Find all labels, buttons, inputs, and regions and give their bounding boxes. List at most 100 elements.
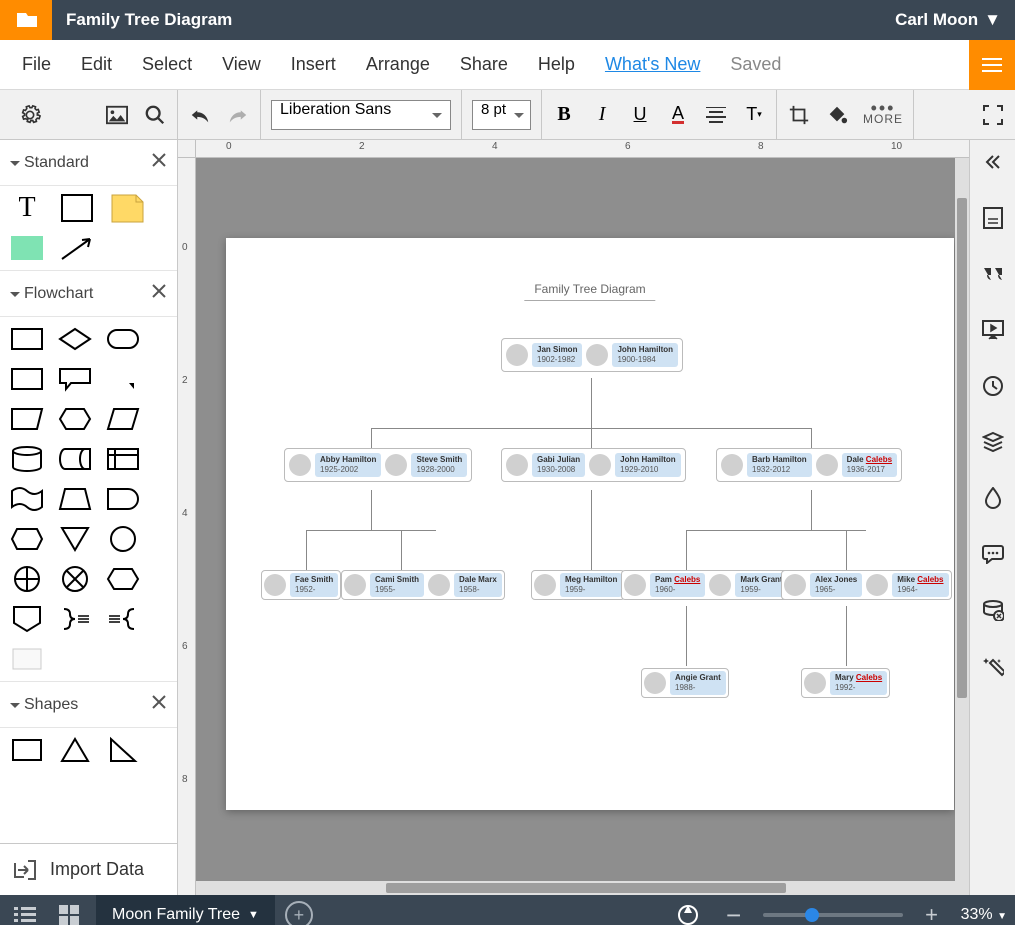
outline-view-icon[interactable] [8,898,42,925]
zoom-in-icon[interactable]: + [915,898,949,925]
fc-callout2[interactable] [106,365,140,393]
fc-display[interactable] [10,525,44,553]
tree-node[interactable]: Alex Jones1965- Mike Calebs1964- [781,570,952,600]
fc-para[interactable] [106,405,140,433]
collapse-panel-icon[interactable] [981,150,1005,174]
fc-sum[interactable] [10,565,44,593]
sh-rect[interactable] [10,736,44,764]
fc-circle[interactable] [106,525,140,553]
close-icon[interactable] [151,152,167,173]
crop-icon[interactable] [787,103,811,127]
hamburger-menu[interactable] [969,40,1015,90]
diagram-page[interactable]: Family Tree Diagram [226,238,954,810]
import-data-button[interactable]: Import Data [0,843,177,895]
close-icon[interactable] [151,283,167,304]
font-size-select[interactable]: 8 pt [472,100,531,130]
diagram-title[interactable]: Family Tree Diagram [524,282,655,301]
gear-icon[interactable] [18,103,42,127]
scrollbar-vertical[interactable] [955,158,969,881]
sh-rtri[interactable] [106,736,140,764]
target-icon[interactable] [671,898,705,925]
note-shape[interactable] [110,194,144,222]
menu-edit[interactable]: Edit [81,54,112,75]
history-icon[interactable] [981,374,1005,398]
page-tab[interactable]: Moon Family Tree ▼ [96,895,275,925]
undo-icon[interactable] [188,103,212,127]
layers-icon[interactable] [981,430,1005,454]
grid-view-icon[interactable] [52,898,86,925]
scrollbar-horizontal[interactable] [196,881,969,895]
fc-delay[interactable] [106,485,140,513]
image-icon[interactable] [105,103,129,127]
tree-node[interactable]: Barb Hamilton1932-2012 Dale Calebs1936-2… [716,448,902,482]
document-title[interactable]: Family Tree Diagram [66,10,232,30]
app-logo[interactable] [0,0,52,40]
more-button[interactable]: ••• MORE [863,104,903,126]
menu-file[interactable]: File [22,54,51,75]
fc-internal[interactable] [106,445,140,473]
add-page-button[interactable]: + [285,901,313,925]
text-shape[interactable]: T [10,194,44,222]
canvas[interactable]: Family Tree Diagram [196,158,969,895]
fc-callout[interactable] [58,365,92,393]
slider-knob[interactable] [805,908,819,922]
zoom-slider[interactable] [763,913,903,917]
present-icon[interactable] [981,318,1005,342]
fc-offpage[interactable] [10,605,44,633]
zoom-level[interactable]: 33% ▼ [961,906,1007,924]
scrollbar-thumb[interactable] [957,198,967,698]
green-rect-shape[interactable] [10,234,44,262]
sh-tri[interactable] [58,736,92,764]
tree-node[interactable]: Cami Smith1955- Dale Marx1958- [341,570,505,600]
magic-icon[interactable] [981,654,1005,678]
fc-or[interactable] [58,565,92,593]
section-flowchart[interactable]: Flowchart [0,271,177,317]
tree-node[interactable]: Meg Hamilton1959- [531,570,625,600]
section-standard[interactable]: Standard [0,140,177,186]
tree-node[interactable]: Fae Smith1952- [261,570,341,600]
fullscreen-icon[interactable] [981,103,1005,127]
fc-cyl[interactable] [10,445,44,473]
tree-node[interactable]: Abby Hamilton1925-2002 Steve Smith1928-2… [284,448,472,482]
fc-diamond[interactable] [58,325,92,353]
zoom-out-icon[interactable]: − [717,898,751,925]
fc-hex[interactable] [58,405,92,433]
quote-icon[interactable] [981,262,1005,286]
fc-brace-l[interactable] [106,605,140,633]
font-family-select[interactable]: Liberation Sans [271,100,451,130]
ink-icon[interactable] [981,486,1005,510]
tree-node[interactable]: Angie Grant1988- [641,668,729,698]
section-shapes[interactable]: Shapes [0,682,177,728]
fc-trap2[interactable] [58,485,92,513]
fc-card[interactable] [10,365,44,393]
align-icon[interactable] [704,103,728,127]
fc-rect[interactable] [10,325,44,353]
fc-store[interactable] [58,445,92,473]
whats-new-link[interactable]: What's New [605,54,700,75]
menu-select[interactable]: Select [142,54,192,75]
arrow-shape[interactable] [60,234,94,262]
text-options-icon[interactable]: T▾ [742,103,766,127]
menu-share[interactable]: Share [460,54,508,75]
fc-rounded[interactable] [106,325,140,353]
menu-arrange[interactable]: Arrange [366,54,430,75]
fill-icon[interactable] [825,103,849,127]
text-color-icon[interactable]: A [666,103,690,127]
tree-node[interactable]: Pam Calebs1960- Mark Grant1959- [621,570,791,600]
comments-icon[interactable] [981,542,1005,566]
ruler-horizontal[interactable]: 0 2 4 6 8 10 [196,140,969,158]
fc-white-rect[interactable] [10,645,44,673]
scrollbar-thumb[interactable] [386,883,786,893]
fc-tri[interactable] [58,525,92,553]
fc-brace-r[interactable] [58,605,92,633]
page-settings-icon[interactable] [981,206,1005,230]
redo-icon[interactable] [226,103,250,127]
italic-icon[interactable]: I [590,103,614,127]
menu-insert[interactable]: Insert [291,54,336,75]
bold-icon[interactable]: B [552,103,576,127]
close-icon[interactable] [151,694,167,715]
ruler-vertical[interactable]: 0 2 4 6 8 [178,158,196,895]
data-link-icon[interactable] [981,598,1005,622]
tree-node[interactable]: Mary Calebs1992- [801,668,890,698]
underline-icon[interactable]: U [628,103,652,127]
